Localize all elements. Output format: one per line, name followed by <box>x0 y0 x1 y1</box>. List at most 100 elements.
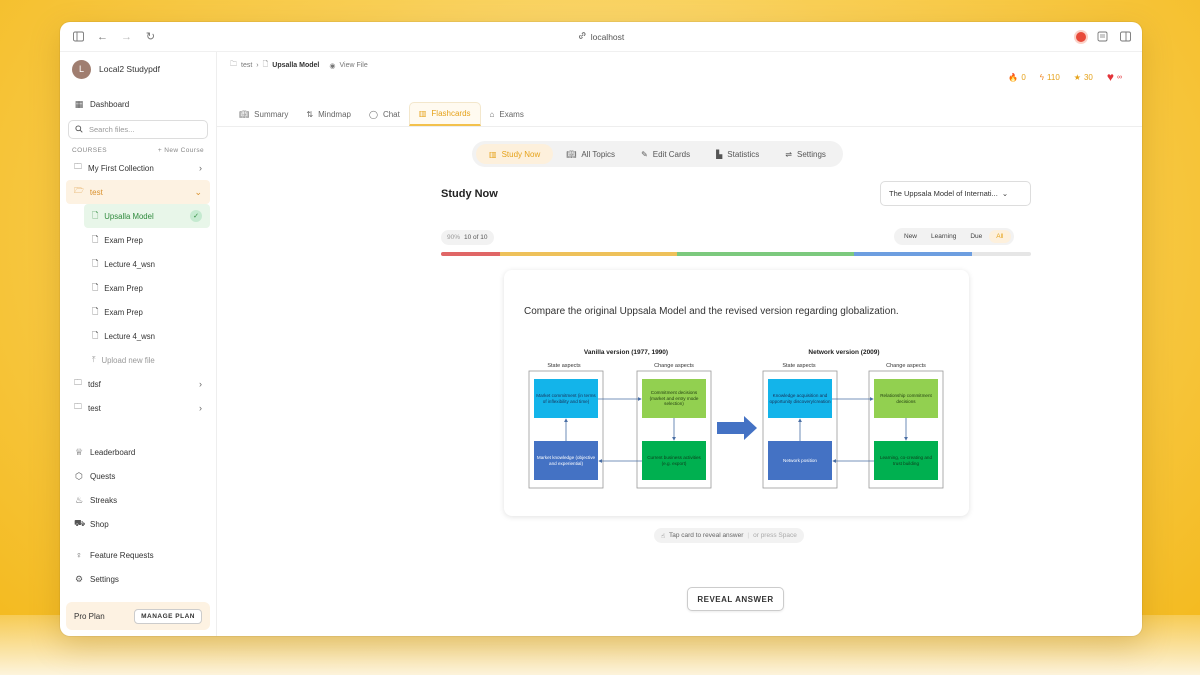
course-test-open[interactable]: 🗁 test ⌄ <box>66 180 210 204</box>
file-item[interactable]: 🗋 Exam Prep <box>84 300 210 324</box>
deck-select[interactable]: The Uppsala Model of Internati... ⌄ <box>880 181 1031 206</box>
new-course-button[interactable]: + New Course <box>158 147 204 154</box>
forward-icon[interactable]: → <box>120 30 133 43</box>
reload-icon[interactable]: ↻ <box>144 30 157 43</box>
grid-icon: ▦ <box>74 98 84 109</box>
tab-label: Flashcards <box>431 109 471 118</box>
course-tdsf[interactable]: 🗀 tdsf › <box>66 372 210 396</box>
hint-alt: or press Space <box>753 532 797 539</box>
url-text: localhost <box>590 31 625 42</box>
figure-change-label: Change aspects <box>654 363 694 369</box>
reveal-answer-button[interactable]: REVEAL ANSWER <box>687 587 784 611</box>
flame-icon: ♨ <box>74 494 84 505</box>
tab-exams[interactable]: ⌂ Exams <box>481 102 533 126</box>
heart-icon: ♥ <box>1106 70 1114 84</box>
star-icon: ★ <box>1073 72 1081 82</box>
avatar: L <box>72 59 91 79</box>
colorbar-green <box>677 252 854 256</box>
tab-summary[interactable]: 📖︎ Summary <box>230 102 297 126</box>
streak-stat[interactable]: 🔥 0 <box>1008 73 1025 82</box>
subnav-edit-cards[interactable]: ✎ Edit Cards <box>628 144 703 164</box>
figure-state-label: State aspects <box>547 363 581 369</box>
nav-shop[interactable]: ⛟ Shop <box>66 512 210 536</box>
flashcard-subnav: ▥ Study Now 📖︎ All Topics ✎ Edit Cards ▙ Sta… <box>472 141 843 167</box>
file-label: Upsalla Model <box>104 211 154 221</box>
box-text: Relationship commitment decisions <box>880 392 932 404</box>
nav-dashboard[interactable]: ▦ Dashboard <box>66 92 210 116</box>
file-icon: 🗋 <box>92 258 99 268</box>
box-text: Current business activities (e.g. export… <box>647 454 701 466</box>
file-item[interactable]: 🗋 Lecture 4_wsn <box>84 252 210 276</box>
course-my-first-collection[interactable]: 🗀 My First Collection › <box>66 156 210 180</box>
tab-mindmap[interactable]: ⇅ Mindmap <box>297 102 360 126</box>
progress-indicator: 90% 10 of 10 <box>441 230 494 245</box>
box-text: Market commitment (in terms of inflexibi… <box>536 392 596 404</box>
lightning-icon: ϟ <box>1039 72 1045 82</box>
file-item[interactable]: 🗋 Exam Prep <box>84 276 210 300</box>
nav-settings[interactable]: ⚙ Settings <box>66 567 210 591</box>
eye-icon: ◉ <box>329 62 336 70</box>
check-icon: ✓ <box>190 210 202 222</box>
progress-percent: 90% <box>447 234 461 241</box>
chevron-down-icon: ⌄ <box>194 186 202 197</box>
split-view-icon[interactable] <box>1119 30 1132 43</box>
sliders-icon: ⇌ <box>785 149 792 159</box>
sidebar-toggle-icon[interactable] <box>72 30 85 43</box>
upload-file-button[interactable]: ⤒ Upload new file <box>84 348 210 372</box>
tab-flashcards[interactable]: ▥ Flashcards <box>408 102 481 126</box>
reader-icon[interactable] <box>1096 30 1109 43</box>
subnav-study-now[interactable]: ▥ Study Now <box>476 144 554 164</box>
figure-right-title: Network version (2009) <box>808 349 879 356</box>
folder-icon: 🗀 <box>230 61 237 68</box>
stars-stat[interactable]: ★ 30 <box>1074 73 1093 82</box>
nav-quests[interactable]: ⬡ Quests <box>66 464 210 488</box>
graduation-icon: ⌂ <box>489 109 495 119</box>
chat-icon: ◯ <box>369 109 378 119</box>
profile[interactable]: L Local2 Studypdf <box>66 52 210 80</box>
tab-chat[interactable]: ◯ Chat <box>360 102 409 126</box>
reveal-hint: ☝ Tap card to reveal answer | or press S… <box>654 528 804 543</box>
file-item-upsalla-model[interactable]: 🗋 Upsalla Model ✓ <box>84 204 210 228</box>
file-icon: 🗋 <box>92 210 99 220</box>
filter-new[interactable]: New <box>897 230 924 243</box>
subnav-label: Settings <box>797 149 826 159</box>
back-icon[interactable]: ← <box>96 30 109 43</box>
nav-leaderboard[interactable]: ♕ Leaderboard <box>66 440 210 464</box>
colorbar-blue <box>854 252 972 256</box>
tab-divider <box>217 126 1142 127</box>
file-item[interactable]: 🗋 Exam Prep <box>84 228 210 252</box>
search-input[interactable]: Search files... <box>68 120 208 139</box>
address-bar[interactable]: localhost <box>578 31 625 42</box>
upload-label: Upload new file <box>101 355 155 365</box>
progress-count: 10 of 10 <box>464 234 488 241</box>
colorbar-gray <box>972 252 1031 256</box>
box-text: Network position <box>783 457 817 463</box>
flashcard[interactable]: Compare the original Uppsala Model and t… <box>504 270 969 516</box>
filter-due[interactable]: Due <box>963 230 989 243</box>
courses-header: COURSES + New Course <box>66 147 210 154</box>
subnav-all-topics[interactable]: 📖︎ All Topics <box>553 144 628 164</box>
box-text: Commitment decisions (market and entry m… <box>649 389 699 407</box>
file-label: Exam Prep <box>104 283 143 293</box>
filter-all[interactable]: All <box>989 230 1011 243</box>
tab-bar: 📖︎ Summary ⇅ Mindmap ◯ Chat ▥ Flashcards ⌂ Ex… <box>230 102 533 126</box>
nav-streaks[interactable]: ♨ Streaks <box>66 488 210 512</box>
extension-icon[interactable] <box>1076 31 1086 42</box>
filter-learning[interactable]: Learning <box>924 230 963 243</box>
book-icon: 📖︎ <box>566 149 577 159</box>
file-item[interactable]: 🗋 Lecture 4_wsn <box>84 324 210 348</box>
hearts-stat[interactable]: ♥ ∞ <box>1107 70 1122 84</box>
breadcrumb: 🗀 test › 🗋 Upsalla Model ◉ View File <box>230 60 368 71</box>
breadcrumb-folder[interactable]: test <box>241 62 252 69</box>
subnav-label: Study Now <box>501 149 541 159</box>
subnav-settings[interactable]: ⇌ Settings <box>772 144 839 164</box>
subnav-statistics[interactable]: ▙ Statistics <box>703 144 772 164</box>
page-title: Study Now <box>441 188 498 200</box>
pencil-icon: ✎ <box>641 149 648 159</box>
nav-feature-requests[interactable]: ♀ Feature Requests <box>66 543 210 567</box>
energy-stat[interactable]: ϟ 110 <box>1040 73 1060 82</box>
folder-open-icon: 🗁 <box>74 186 84 195</box>
view-file-link[interactable]: View File <box>339 62 367 69</box>
manage-plan-button[interactable]: MANAGE PLAN <box>134 608 202 624</box>
course-test[interactable]: 🗀 test › <box>66 396 210 420</box>
